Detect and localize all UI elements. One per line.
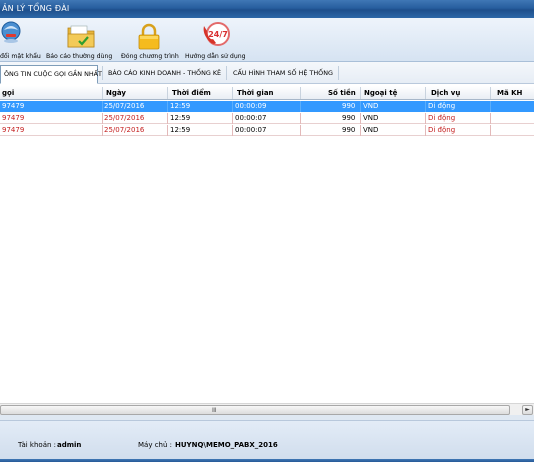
cell-amount: 990 <box>342 114 356 122</box>
cell-duration: 00:00:07 <box>235 114 267 122</box>
toolbar-label-report[interactable]: Báo cáo thường dùng <box>46 53 112 60</box>
cell-service: Di động <box>428 126 456 134</box>
tab-separator <box>102 66 103 80</box>
cell-divider <box>490 101 491 112</box>
cell-divider <box>167 125 168 136</box>
cell-service: Di động <box>428 114 456 122</box>
cell-divider <box>232 125 233 136</box>
column-header-currency[interactable]: Ngoại tệ <box>364 86 397 100</box>
cell-currency: VND <box>363 126 379 134</box>
column-separator <box>360 87 361 99</box>
server-value: HUYNQ\MEMO_PABX_2016 <box>175 441 278 449</box>
cell-divider <box>102 113 103 124</box>
table-row[interactable]: 97479 25/07/2016 12:59 00:00:07 990 VND … <box>0 125 534 136</box>
column-header-duration[interactable]: Thời gian <box>237 86 274 100</box>
tab-bar: ÔNG TIN CUỘC GỌI GẦN NHẤT BÁO CÁO KINH D… <box>0 62 534 84</box>
cell-divider <box>360 113 361 124</box>
cell-caller: 97479 <box>2 126 25 134</box>
cell-currency: VND <box>363 114 379 122</box>
tab-separator <box>226 66 227 80</box>
cell-duration: 00:00:09 <box>235 102 267 110</box>
change-password-icon[interactable] <box>0 20 22 46</box>
column-separator <box>425 87 426 99</box>
cell-date: 25/07/2016 <box>104 102 145 110</box>
cell-amount: 990 <box>342 102 356 110</box>
account-value: admin <box>57 441 82 449</box>
toolbar: đổi mật khẩu Báo cáo thường dùng Đóng ch… <box>0 18 534 62</box>
column-separator <box>490 87 491 99</box>
cell-divider <box>425 101 426 112</box>
cell-divider <box>300 113 301 124</box>
cell-date: 25/07/2016 <box>104 126 145 134</box>
cell-divider <box>102 101 103 112</box>
tab-business-report[interactable]: BÁO CÁO KINH DOANH - THỐNG KÊ <box>105 65 223 83</box>
tab-recent-calls[interactable]: ÔNG TIN CUỘC GỌI GẦN NHẤT <box>0 65 102 84</box>
server-label: Máy chủ : <box>138 441 173 449</box>
column-header-amount[interactable]: Số tiền <box>328 86 356 100</box>
cell-service: Di động <box>428 102 456 110</box>
cell-divider <box>232 101 233 112</box>
column-header-time[interactable]: Thời điểm <box>172 86 211 100</box>
horizontal-scrollbar[interactable]: III ► <box>0 403 534 415</box>
cell-time: 12:59 <box>170 126 191 134</box>
cell-divider <box>167 113 168 124</box>
column-header-caller[interactable]: gọi <box>2 86 14 100</box>
lock-icon[interactable] <box>137 23 161 51</box>
cell-duration: 00:00:07 <box>235 126 267 134</box>
cell-divider <box>102 125 103 136</box>
cell-time: 12:59 <box>170 102 191 110</box>
cell-divider <box>490 125 491 136</box>
column-header-customer[interactable]: Mã KH <box>497 86 522 100</box>
cell-amount: 990 <box>342 126 356 134</box>
toolbar-label-help[interactable]: Hướng dẫn sử dụng <box>185 53 246 60</box>
column-separator <box>300 87 301 99</box>
status-bar: Tài khoản : admin Máy chủ : HUYNQ\MEMO_P… <box>0 420 534 462</box>
column-header-date[interactable]: Ngày <box>106 86 126 100</box>
cell-divider <box>490 113 491 124</box>
scrollbar-thumb[interactable]: III <box>0 405 510 415</box>
cell-divider <box>360 101 361 112</box>
cell-divider <box>360 125 361 136</box>
scroll-right-arrow-icon[interactable]: ► <box>522 405 533 415</box>
toolbar-label-close[interactable]: Đóng chương trình <box>121 53 179 60</box>
cell-date: 25/07/2016 <box>104 114 145 122</box>
column-header-service[interactable]: Dịch vụ <box>431 86 460 100</box>
support-24-7-icon[interactable]: 24/7 <box>201 20 233 52</box>
cell-divider <box>232 113 233 124</box>
cell-divider <box>425 125 426 136</box>
cell-divider <box>300 125 301 136</box>
grid-header: gọi Ngày Thời điểm Thời gian Số tiền Ngo… <box>0 86 534 100</box>
cell-caller: 97479 <box>2 102 25 110</box>
column-separator <box>232 87 233 99</box>
column-separator <box>167 87 168 99</box>
cell-caller: 97479 <box>2 114 25 122</box>
folder-report-icon[interactable] <box>66 22 96 50</box>
svg-text:24/7: 24/7 <box>208 30 228 39</box>
tab-separator <box>338 66 339 80</box>
window-title: ẢN LÝ TỔNG ĐÀI <box>2 4 70 13</box>
cell-divider <box>300 101 301 112</box>
title-bar: ẢN LÝ TỔNG ĐÀI <box>0 0 534 18</box>
account-label: Tài khoản : <box>18 441 57 449</box>
scrollbar-grip: III <box>212 407 216 414</box>
column-separator <box>102 87 103 99</box>
cell-currency: VND <box>363 102 379 110</box>
cell-divider <box>167 101 168 112</box>
table-row[interactable]: 97479 25/07/2016 12:59 00:00:09 990 VND … <box>0 101 534 112</box>
tab-system-config[interactable]: CẤU HÌNH THAM SỐ HỆ THỐNG <box>230 65 336 83</box>
calls-grid: gọi Ngày Thời điểm Thời gian Số tiền Ngo… <box>0 86 534 403</box>
toolbar-label-change-password[interactable]: đổi mật khẩu <box>0 53 41 60</box>
cell-divider <box>425 113 426 124</box>
cell-time: 12:59 <box>170 114 191 122</box>
table-row[interactable]: 97479 25/07/2016 12:59 00:00:07 990 VND … <box>0 113 534 124</box>
